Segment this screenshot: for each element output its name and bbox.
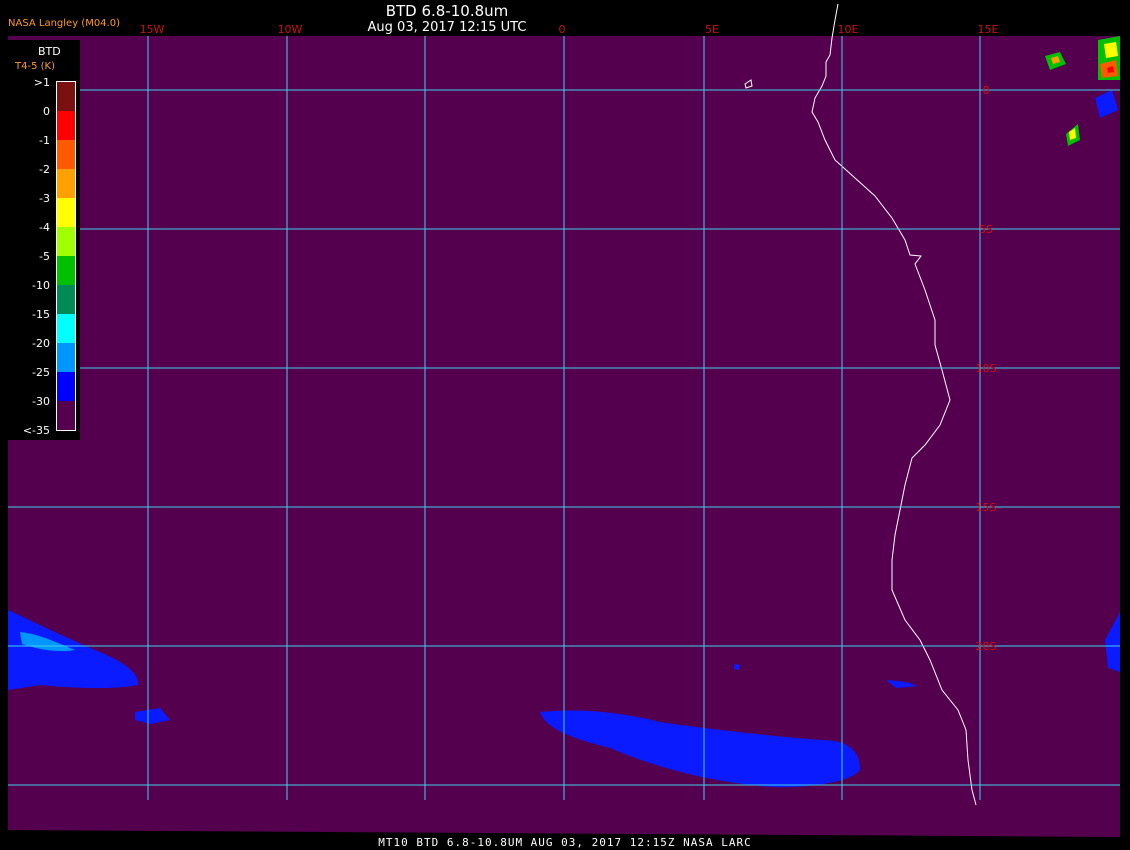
legend-tick-label: -5 [39, 250, 50, 263]
legend-swatch [57, 256, 75, 285]
page-title: BTD 6.8-10.8um [385, 2, 509, 20]
organization-label: NASA Langley (M04.0) [8, 18, 120, 29]
legend-swatch [57, 227, 75, 256]
satellite-map: 15W 10W 0 5E 10E 15E05S10S15S20S [8, 3, 1120, 837]
legend-swatch [57, 140, 75, 169]
latitude-label: 15S [976, 501, 997, 514]
footer-caption: MT10 BTD 6.8-10.8UM AUG 03, 2017 12:15Z … [378, 836, 752, 849]
latitude-label: 10S [976, 362, 997, 375]
legend-swatch [57, 82, 75, 111]
latitude-label: 5S [979, 223, 993, 236]
legend-swatch [57, 285, 75, 314]
legend-tick-label: >1 [33, 76, 50, 89]
legend-tick-label: -1 [39, 134, 50, 147]
legend-swatch [57, 169, 75, 198]
legend-swatch [57, 372, 75, 401]
legend-tick-label: -25 [32, 366, 50, 379]
latitude-label: 20S [976, 640, 997, 653]
legend-tick-label: -2 [39, 163, 50, 176]
color-legend: BTD T4-5 (K) >1 0 -1 -2 -3 -4 -5 -10 -15 -20 -25 -3… [8, 40, 80, 440]
legend-colorbar [56, 81, 76, 431]
timestamp: Aug 03, 2017 12:15 UTC [367, 20, 527, 35]
legend-tick-label: -4 [39, 221, 50, 234]
legend-swatch [57, 401, 75, 430]
legend-swatch [57, 198, 75, 227]
legend-tick-label: -30 [32, 395, 50, 408]
legend-tick-label: 0 [43, 105, 50, 118]
legend-title: BTD [38, 45, 61, 58]
legend-tick-label: -10 [32, 279, 50, 292]
legend-tick-label: <-35 [22, 424, 50, 437]
legend-tick-label: -3 [39, 192, 50, 205]
latitude-label: 0 [983, 84, 990, 97]
longitude-label: 15E [978, 23, 999, 36]
legend-units: T4-5 (K) [15, 61, 55, 72]
legend-swatch [57, 111, 75, 140]
legend-swatch [57, 343, 75, 372]
legend-tick-label: -15 [32, 308, 50, 321]
legend-swatch [57, 314, 75, 343]
legend-tick-label: -20 [32, 337, 50, 350]
